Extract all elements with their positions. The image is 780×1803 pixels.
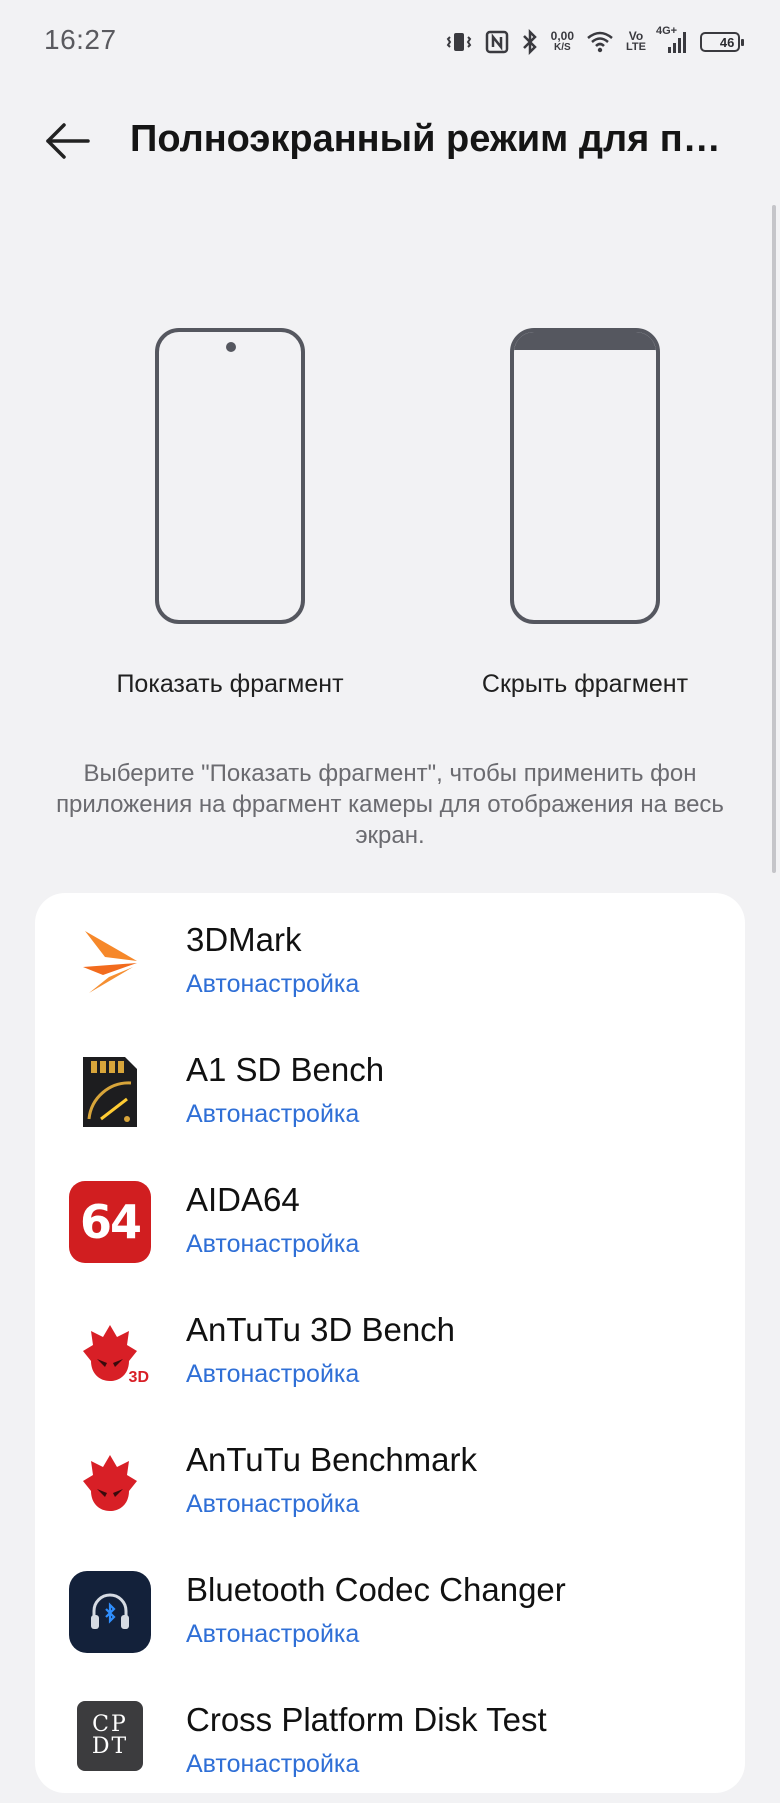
- app-name: A1 SD Bench: [186, 1051, 385, 1088]
- battery-percent: 46: [719, 34, 735, 50]
- phone-hidden-notch-icon: [510, 328, 660, 624]
- list-item[interactable]: A1 SD Bench Автонастройка: [35, 1023, 745, 1153]
- app-status: Автонастройка: [186, 1230, 360, 1258]
- page-title: Полноэкранный режим для пр...: [130, 118, 730, 160]
- battery-icon: 46: [700, 32, 744, 52]
- header: Полноэкранный режим для пр...: [0, 96, 780, 186]
- vibrate-icon: [445, 29, 473, 55]
- app-name: 3DMark: [186, 921, 302, 958]
- signal-indicator: 4G+: [656, 25, 688, 55]
- antutu-3d-label: 3D: [128, 1369, 149, 1386]
- list-item[interactable]: Bluetooth Codec Changer Автонастройка: [35, 1543, 745, 1673]
- 3dmark-icon: [69, 921, 151, 1003]
- list-item[interactable]: AnTuTu Benchmark Автонастройка: [35, 1413, 745, 1543]
- antutu-3d-icon: 3D: [69, 1311, 151, 1393]
- status-time: 16:27: [44, 24, 117, 55]
- cpdt-icon: CP DT: [77, 1701, 143, 1771]
- back-arrow-icon: [46, 123, 90, 159]
- app-name: Bluetooth Codec Changer: [186, 1571, 566, 1608]
- phone-with-notch-icon: [155, 328, 305, 624]
- back-button[interactable]: [40, 116, 96, 166]
- cpdt-icon-top: CP: [92, 1712, 128, 1737]
- list-item[interactable]: 3DMark Автонастройка: [35, 893, 745, 1023]
- show-notch-label: Показать фрагмент: [116, 670, 344, 698]
- status-icons: 0,00 K/S Vo LTE 4G+ 46: [445, 25, 744, 58]
- a1-sd-bench-icon: [69, 1051, 151, 1133]
- hide-notch-label: Скрыть фрагмент: [481, 670, 689, 698]
- aida64-icon: 64: [69, 1181, 151, 1263]
- list-item[interactable]: 3D AnTuTu 3D Bench Автонастройка: [35, 1283, 745, 1413]
- app-status: Автонастройка: [186, 1750, 360, 1778]
- data-speed-value: 0,00: [550, 29, 575, 43]
- nfc-icon: [485, 30, 509, 54]
- list-item[interactable]: 64 AIDA64 Автонастройка: [35, 1153, 745, 1283]
- hide-notch-option[interactable]: Скрыть фрагмент: [415, 320, 755, 700]
- camera-dot: [226, 342, 236, 352]
- app-status: Автонастройка: [186, 1360, 360, 1388]
- bluetooth-icon: [521, 29, 539, 55]
- network-type: 4G+: [656, 25, 678, 37]
- cpdt-icon-bottom: DT: [91, 1734, 129, 1759]
- aida64-icon-text: 64: [79, 1195, 142, 1249]
- notch-band: [514, 332, 656, 350]
- status-bar: 16:27 0,00 K/S Vo LTE 4G+ 46: [0, 0, 780, 84]
- app-status: Автонастройка: [186, 1620, 360, 1648]
- antutu-icon: [69, 1441, 151, 1523]
- app-name: Cross Platform Disk Test: [186, 1701, 547, 1738]
- app-status: Автонастройка: [186, 970, 360, 998]
- app-name: AnTuTu 3D Bench: [186, 1311, 456, 1348]
- app-status: Автонастройка: [186, 1490, 360, 1518]
- wifi-icon: [586, 30, 614, 54]
- show-notch-option[interactable]: Показать фрагмент: [60, 320, 400, 700]
- notch-options: Показать фрагмент Скрыть фрагмент: [0, 320, 780, 700]
- list-item[interactable]: CP DT Cross Platform Disk Test Автонастр…: [35, 1673, 745, 1803]
- app-status: Автонастройка: [186, 1100, 360, 1128]
- bluetooth-codec-icon: [69, 1571, 151, 1653]
- data-speed-unit: K/S: [554, 42, 571, 53]
- app-list: 3DMark Автонастройка A1 SD Bench Автонас…: [35, 893, 745, 1793]
- data-speed: 0,00 K/S: [550, 29, 575, 53]
- description-text: Выберите "Показать фрагмент", чтобы прим…: [56, 760, 724, 849]
- app-name: AnTuTu Benchmark: [186, 1441, 478, 1478]
- volte-bottom: LTE: [626, 41, 646, 53]
- app-name: AIDA64: [186, 1181, 300, 1218]
- volte-indicator: Vo LTE: [626, 30, 646, 53]
